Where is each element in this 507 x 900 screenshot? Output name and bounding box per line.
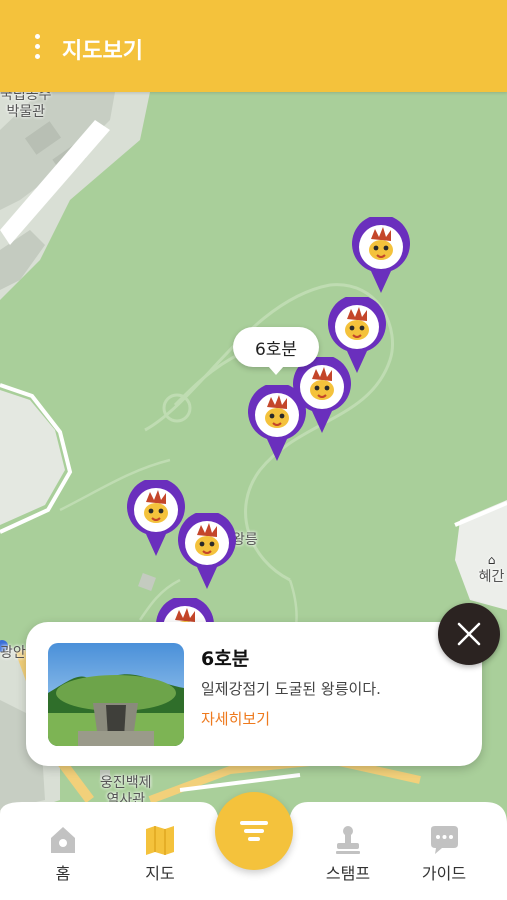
mascot-pin-icon[interactable] (177, 510, 237, 589)
map-icon (146, 826, 174, 855)
map-label-hyegan-text: 혜간 (478, 569, 505, 585)
dot-icon (35, 44, 40, 49)
chat-guide-icon (431, 826, 458, 854)
home-icon (51, 827, 75, 853)
mascot-pin-icon[interactable] (247, 382, 307, 461)
map-label-left-edge: 광안 (0, 645, 26, 661)
dot-icon (35, 54, 40, 59)
center-list-button[interactable] (215, 792, 293, 870)
map-base (0, 92, 507, 900)
place-title: 6호분 (201, 648, 250, 670)
building-icon: ⌂ (487, 553, 496, 567)
nav-item-stamp[interactable]: 스탬프 (308, 824, 388, 894)
place-info-card[interactable]: 6호분 일제강점기 도굴된 왕릉이다. 자세히보기 (26, 622, 482, 766)
nav-label-map: 지도 (145, 864, 175, 883)
nav-label-guide: 가이드 (421, 864, 467, 883)
nav-label-home: 홈 (55, 864, 71, 883)
nav-label-stamp: 스탬프 (325, 864, 371, 883)
map-label-museum: 국립공주 박물관 (0, 92, 52, 120)
close-icon (457, 622, 481, 646)
nav-item-guide[interactable]: 가이드 (404, 824, 484, 894)
app-header: 지도보기 (0, 0, 507, 92)
stamp-icon (336, 826, 360, 854)
view-details-link[interactable]: 자세히보기 (201, 708, 270, 729)
more-menu-button[interactable] (26, 32, 46, 62)
map-view[interactable]: 국립공주 박물관 왕릉 ⌂ 혜간 웅진백제 역사관 광안 (0, 92, 507, 900)
close-card-button[interactable] (438, 603, 500, 665)
nav-item-home[interactable]: 홈 (23, 824, 103, 894)
nav-item-map[interactable]: 지도 (120, 824, 200, 894)
page-title: 지도보기 (62, 39, 143, 64)
mascot-pin-icon[interactable] (351, 214, 411, 293)
place-thumbnail (48, 643, 184, 746)
dot-icon (35, 34, 40, 39)
map-label-hyegan: ⌂ 혜간 (476, 552, 507, 586)
place-description: 일제강점기 도굴된 왕릉이다. (201, 680, 381, 698)
marker-callout: 6호분 (233, 327, 319, 375)
